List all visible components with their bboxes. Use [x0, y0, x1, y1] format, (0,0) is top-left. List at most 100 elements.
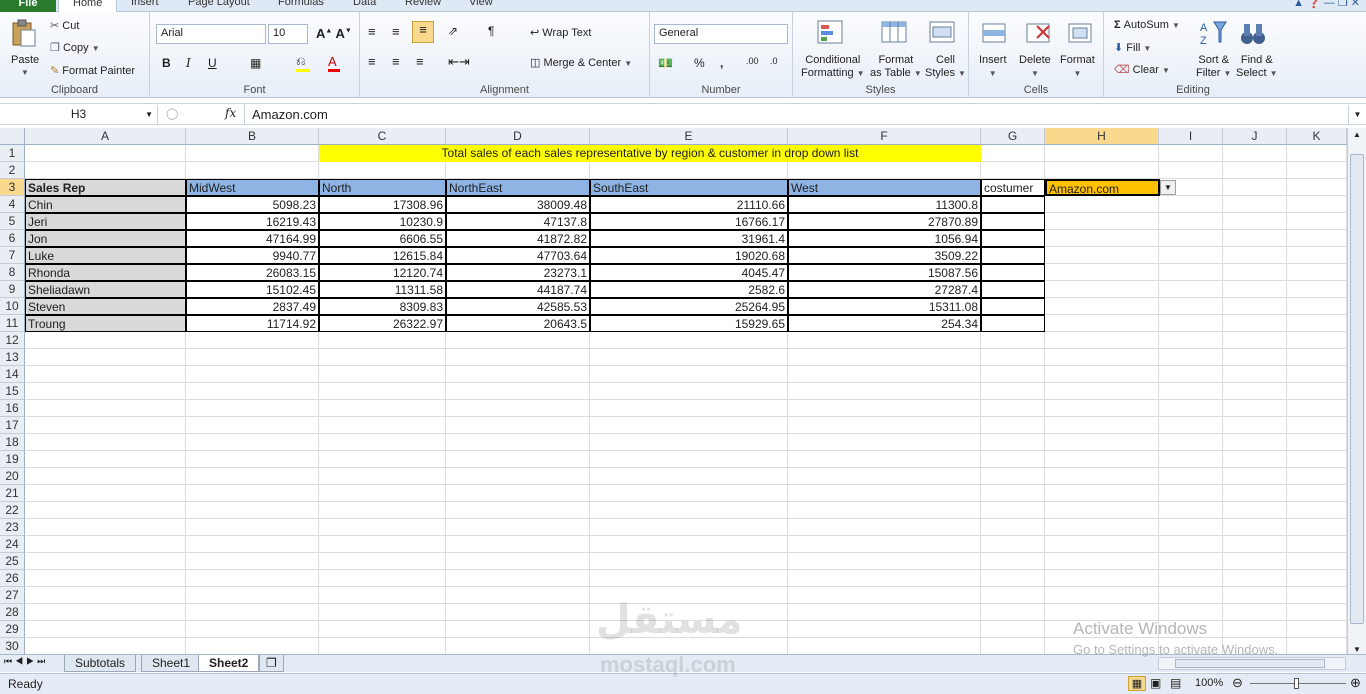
sales-value-cell[interactable]: 23273.1 — [446, 264, 590, 281]
close-icon[interactable]: ✕ — [1351, 0, 1360, 9]
insert-function-icon[interactable]: fx — [225, 106, 236, 120]
delete-cells-icon[interactable] — [1023, 18, 1053, 48]
sales-value-cell[interactable]: 15087.56 — [788, 264, 981, 281]
column-header-j[interactable]: J — [1223, 128, 1287, 145]
row-header-9[interactable]: 9 — [0, 281, 25, 298]
row-header-27[interactable]: 27 — [0, 587, 25, 604]
customer-cell[interactable] — [981, 298, 1045, 315]
sales-value-cell[interactable]: 47137.8 — [446, 213, 590, 230]
sales-value-cell[interactable]: 27287.4 — [788, 281, 981, 298]
clear-button[interactable]: ⌫ Clear ▼ — [1114, 63, 1170, 76]
page-break-view-icon[interactable]: ▤ — [1170, 676, 1181, 690]
column-header-f[interactable]: F — [788, 128, 981, 145]
row-header-10[interactable]: 10 — [0, 298, 25, 315]
row-header-23[interactable]: 23 — [0, 519, 25, 536]
restore-icon[interactable]: ❐ — [1338, 0, 1348, 9]
sheet-tab-sheet1[interactable]: Sheet1 — [141, 655, 202, 672]
rep-name-cell[interactable]: Steven — [25, 298, 186, 315]
header-cell-west[interactable]: West — [788, 179, 981, 196]
sales-value-cell[interactable]: 17308.96 — [319, 196, 446, 213]
row-header-22[interactable]: 22 — [0, 502, 25, 519]
row-header-6[interactable]: 6 — [0, 230, 25, 247]
format-as-table-icon[interactable] — [879, 18, 909, 48]
sales-value-cell[interactable]: 8309.83 — [319, 298, 446, 315]
scroll-down-icon[interactable]: ▼ — [1348, 645, 1366, 654]
sales-value-cell[interactable]: 11714.92 — [186, 315, 319, 332]
increase-decimal-icon[interactable]: .00 — [746, 56, 759, 66]
sales-value-cell[interactable]: 19020.68 — [590, 247, 788, 264]
tab-file[interactable]: File — [0, 0, 56, 12]
sales-value-cell[interactable]: 3509.22 — [788, 247, 981, 264]
sales-value-cell[interactable]: 2582.6 — [590, 281, 788, 298]
copy-button[interactable]: ❐ Copy ▼ — [50, 41, 100, 54]
title-cell[interactable]: Total sales of each sales representative… — [319, 145, 981, 162]
column-header-e[interactable]: E — [590, 128, 788, 145]
sort-filter-button[interactable]: Sort & Filter ▼ — [1196, 54, 1231, 80]
zoom-slider-thumb[interactable] — [1294, 678, 1299, 689]
merge-center-button[interactable]: ◫ Merge & Center ▼ — [530, 56, 632, 69]
row-header-17[interactable]: 17 — [0, 417, 25, 434]
row-header-2[interactable]: 2 — [0, 162, 25, 179]
worksheet-grid[interactable]: A B C D E F G H I J K 1 2 3 4 5 6 7 8 9 10 11 12 13 14 15 16 17 18 19… — [0, 128, 1347, 654]
horizontal-scroll-thumb[interactable] — [1175, 659, 1325, 668]
normal-view-icon[interactable]: ▦ — [1128, 676, 1146, 691]
sales-value-cell[interactable]: 9940.77 — [186, 247, 319, 264]
vertical-scroll-thumb[interactable] — [1350, 154, 1364, 624]
customer-cell[interactable] — [981, 281, 1045, 298]
sales-value-cell[interactable]: 16219.43 — [186, 213, 319, 230]
sort-filter-icon[interactable]: AZ — [1198, 18, 1228, 48]
sales-value-cell[interactable]: 27870.89 — [788, 213, 981, 230]
row-header-1[interactable]: 1 — [0, 145, 25, 162]
conditional-formatting-icon[interactable] — [815, 18, 845, 48]
header-cell-midwest[interactable]: MidWest — [186, 179, 319, 196]
align-right-icon[interactable]: ≡ — [416, 54, 424, 69]
rep-name-cell[interactable]: Troung — [25, 315, 186, 332]
sales-value-cell[interactable]: 26083.15 — [186, 264, 319, 281]
italic-icon[interactable]: I — [186, 56, 191, 70]
format-button[interactable]: Format ▼ — [1060, 54, 1095, 80]
indent-icon[interactable]: ⇤⇥ — [448, 54, 470, 70]
row-header-13[interactable]: 13 — [0, 349, 25, 366]
increase-font-icon[interactable]: A▲ A▼ — [316, 26, 352, 41]
insert-sheet-icon[interactable]: ❐ — [259, 655, 284, 672]
row-header-7[interactable]: 7 — [0, 247, 25, 264]
top-align-icon[interactable]: ≡ — [368, 24, 376, 39]
tab-formulas[interactable]: Formulas — [278, 0, 324, 8]
row-header-20[interactable]: 20 — [0, 468, 25, 485]
rep-name-cell[interactable]: Sheliadawn — [25, 281, 186, 298]
column-header-d[interactable]: D — [446, 128, 590, 145]
row-header-19[interactable]: 19 — [0, 451, 25, 468]
header-cell-costumer[interactable]: costumer — [981, 179, 1045, 196]
customer-cell[interactable] — [981, 196, 1045, 213]
horizontal-scrollbar[interactable] — [1158, 657, 1346, 670]
dropdown-arrow-icon[interactable]: ▼ — [1160, 180, 1176, 195]
tab-insert[interactable]: Insert — [131, 0, 159, 8]
paste-dropdown-icon[interactable]: ▼ — [21, 68, 29, 77]
page-layout-view-icon[interactable]: ▣ — [1150, 676, 1161, 690]
sales-value-cell[interactable]: 20643.5 — [446, 315, 590, 332]
help-icon[interactable]: ❓ — [1307, 0, 1321, 9]
row-header-26[interactable]: 26 — [0, 570, 25, 587]
customer-cell[interactable] — [981, 230, 1045, 247]
tab-data[interactable]: Data — [353, 0, 376, 8]
minimize-ribbon-icon[interactable]: ▲ — [1293, 0, 1304, 9]
vertical-scrollbar[interactable]: ▲ ▼ — [1347, 128, 1366, 654]
sales-value-cell[interactable]: 10230.9 — [319, 213, 446, 230]
customer-dropdown-cell[interactable]: Amazon.com — [1045, 179, 1160, 196]
sales-value-cell[interactable]: 12615.84 — [319, 247, 446, 264]
column-header-i[interactable]: I — [1159, 128, 1223, 145]
header-cell-northeast[interactable]: NorthEast — [446, 179, 590, 196]
sales-value-cell[interactable]: 16766.17 — [590, 213, 788, 230]
tab-page-layout[interactable]: Page Layout — [188, 0, 250, 8]
font-size-select[interactable]: 10 — [268, 24, 308, 44]
number-format-select[interactable]: General — [654, 24, 788, 44]
rep-name-cell[interactable]: Chin — [25, 196, 186, 213]
header-cell-sales-rep[interactable]: Sales Rep — [25, 179, 186, 196]
sales-value-cell[interactable]: 15929.65 — [590, 315, 788, 332]
scroll-up-icon[interactable]: ▲ — [1348, 128, 1366, 142]
sheet-tab-subtotals[interactable]: Subtotals — [64, 655, 137, 672]
sales-value-cell[interactable]: 5098.23 — [186, 196, 319, 213]
sales-value-cell[interactable]: 11311.58 — [319, 281, 446, 298]
sales-value-cell[interactable]: 2837.49 — [186, 298, 319, 315]
zoom-in-icon[interactable]: ⊕ — [1350, 675, 1361, 691]
